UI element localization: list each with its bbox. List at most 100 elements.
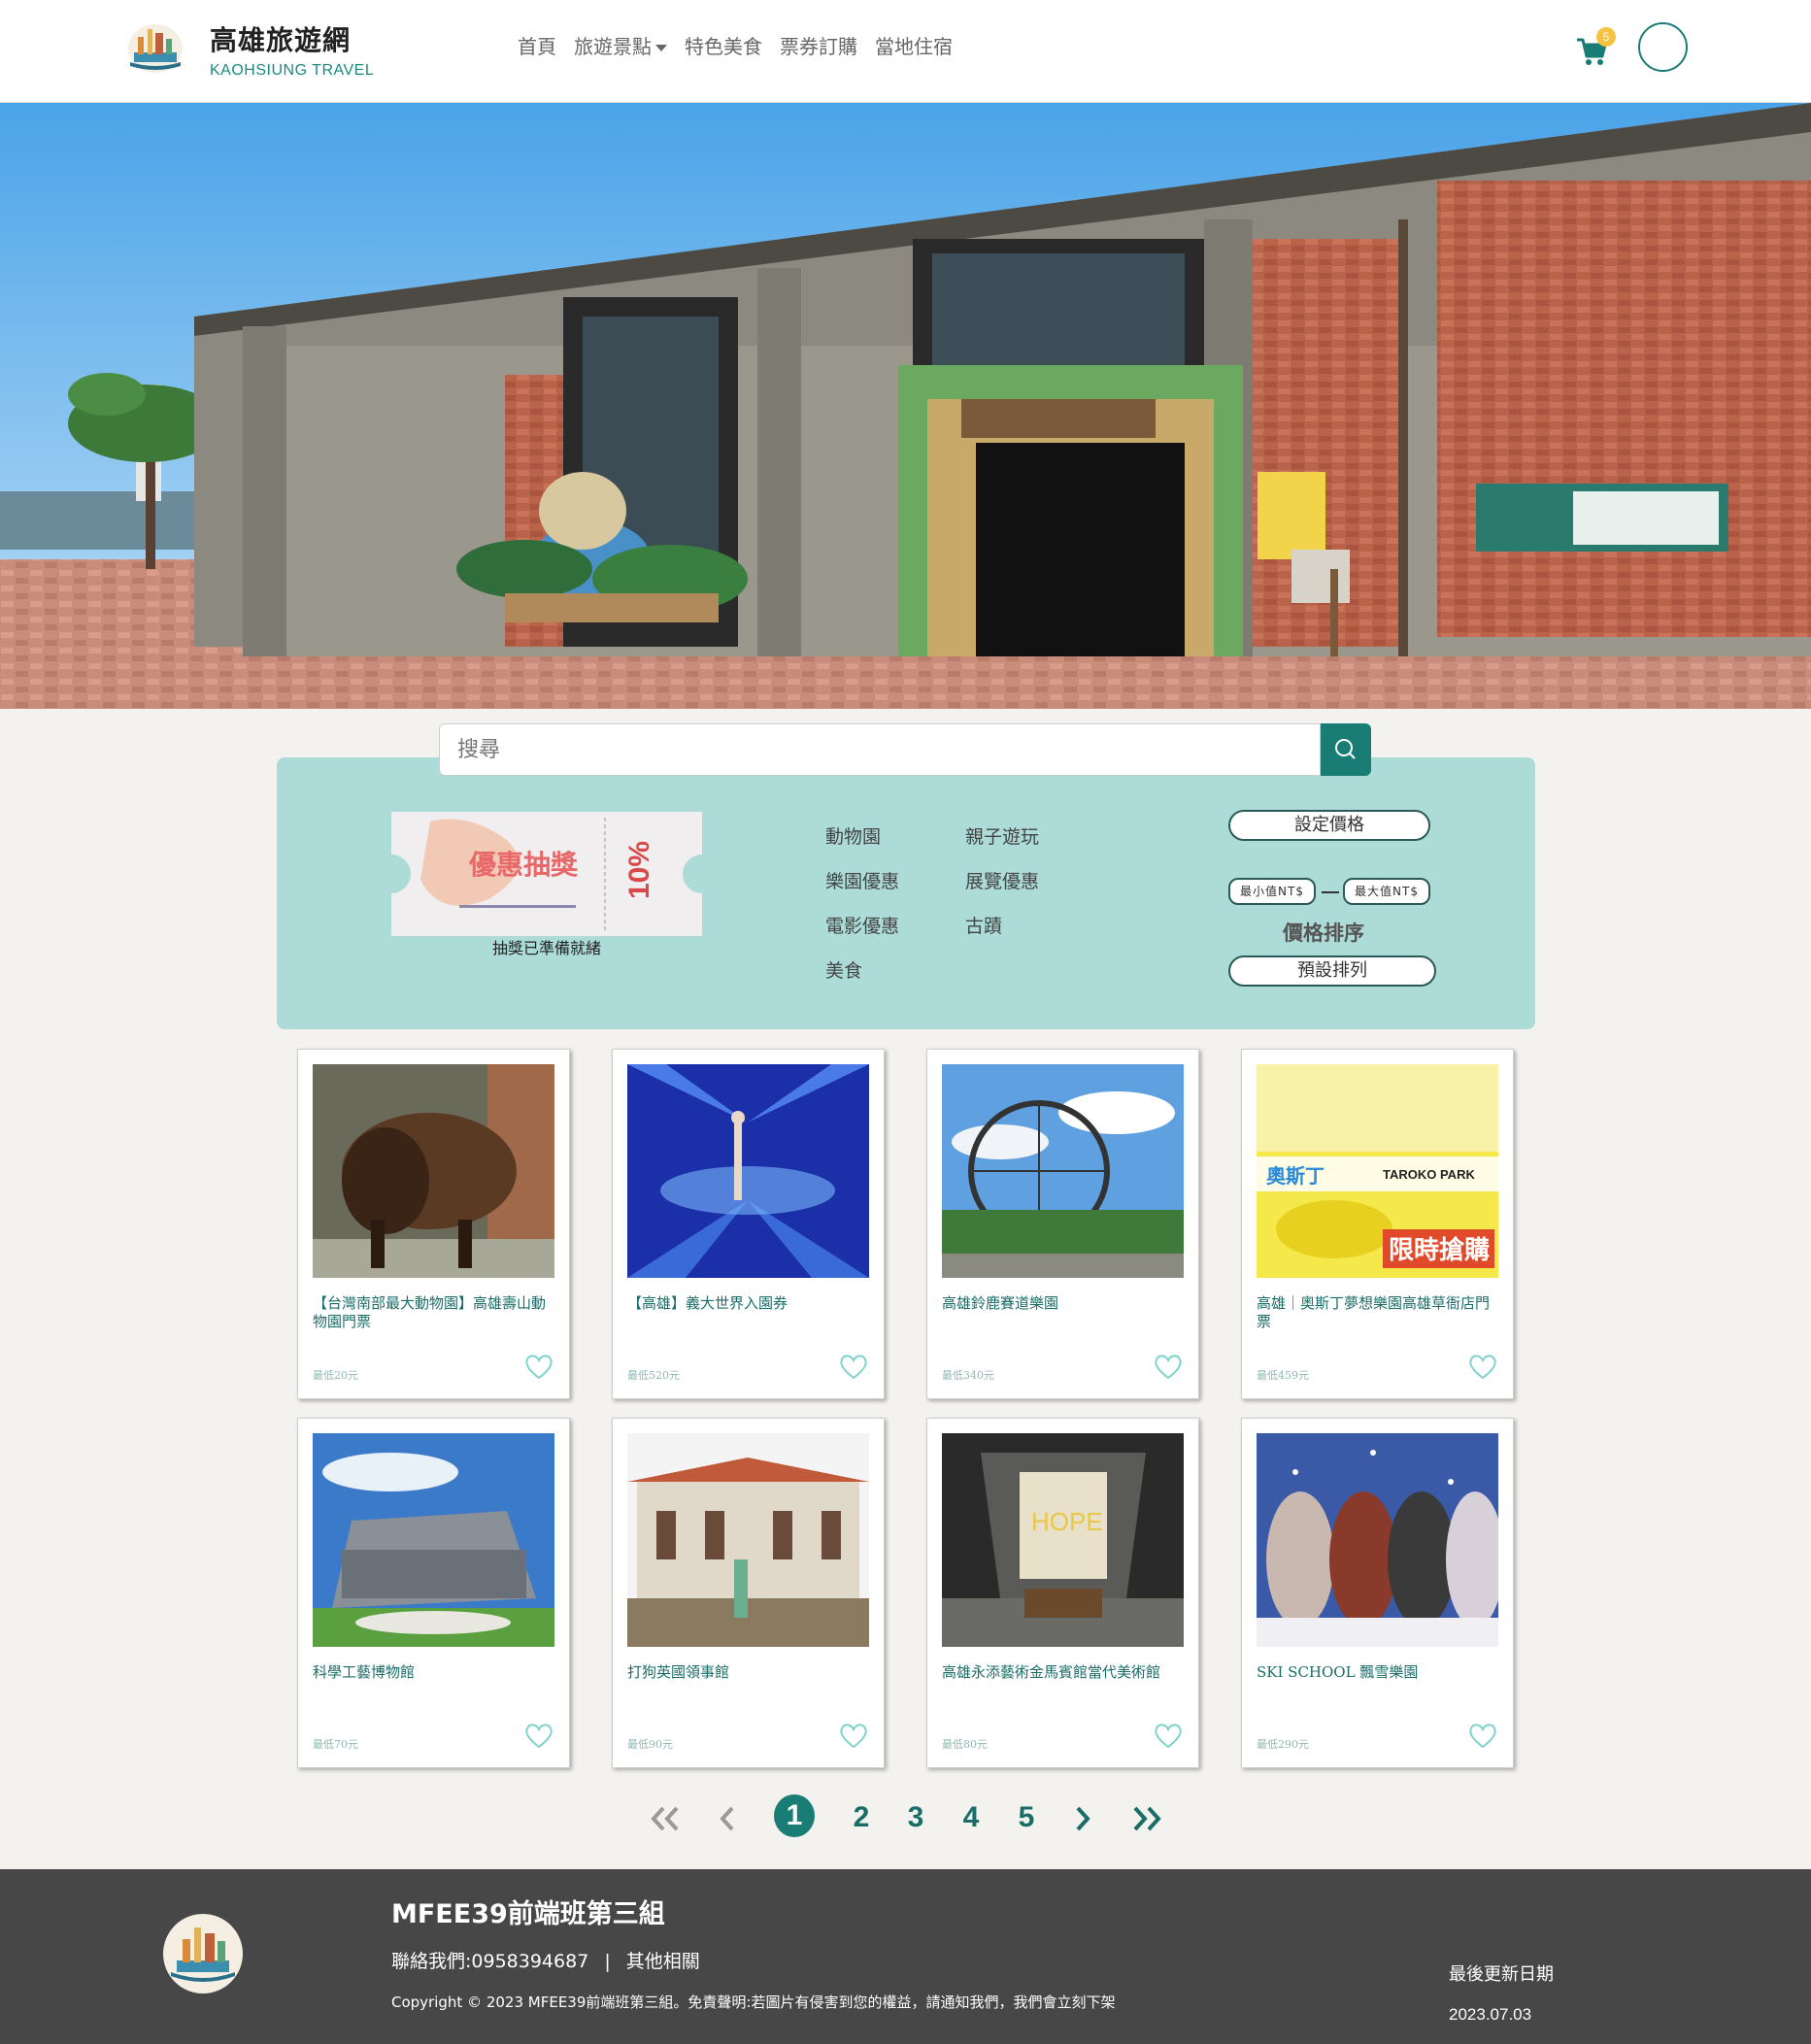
other-link[interactable]: 其他相關 (626, 1951, 700, 1972)
product-title: 【高雄】義大世界入園券 (627, 1294, 788, 1312)
sort-select[interactable]: 預設排列 (1228, 955, 1436, 987)
price-sort-label: 價格排序 (1283, 921, 1364, 945)
heart-icon[interactable] (523, 1353, 554, 1380)
product-title: 科學工藝博物館 (313, 1663, 416, 1681)
product-image-ski-school (1257, 1433, 1498, 1647)
coupon-status-text: 抽獎已準備就緒 (492, 939, 602, 957)
product-image-ferris-wheel (942, 1064, 1184, 1278)
product-price: 最低520元 (627, 1369, 680, 1382)
heart-icon[interactable] (838, 1722, 869, 1749)
product-title: SKI SCHOOL 飄雪樂園 (1257, 1663, 1419, 1681)
category-heritage[interactable]: 古蹟 (965, 912, 1002, 938)
footer-team-name: MFEE39前端班第三組 (391, 1899, 665, 1929)
main-nav: 首頁 旅遊景點 特色美食 票券訂購 當地住宿 (518, 31, 953, 59)
nav-attractions-label: 旅遊景點 (574, 35, 652, 58)
set-price-button[interactable]: 設定價格 (1228, 810, 1430, 841)
chevron-left-icon[interactable] (719, 1804, 736, 1833)
brand-logo-icon[interactable] (126, 19, 184, 74)
chevron-right-icon[interactable] (1074, 1804, 1091, 1833)
heart-icon[interactable] (1153, 1722, 1184, 1749)
last-updated-date: 2023.07.03 (1449, 2005, 1532, 2024)
footer-logo-icon (163, 1914, 243, 1994)
promo-brand2-text: TAROKO PARK (1383, 1167, 1475, 1182)
product-price: 最低459元 (1257, 1369, 1309, 1382)
hope-sign-text: HOPE (1031, 1507, 1103, 1536)
product-card[interactable]: 科學工藝博物館 最低70元 (297, 1418, 570, 1768)
min-price-input[interactable]: 最小值NT$ (1228, 878, 1316, 905)
page-2[interactable]: 2 (851, 1794, 872, 1841)
coupon-discount: 10% (623, 841, 655, 899)
product-card[interactable]: HOPE 高雄永添藝術金馬賓館當代美術館 最低80元 (926, 1418, 1199, 1768)
product-image-bison (313, 1064, 554, 1278)
heart-icon[interactable] (1467, 1353, 1498, 1380)
product-card[interactable]: 打狗英國領事館 最低90元 (612, 1418, 885, 1768)
contact-separator: | (604, 1951, 611, 1972)
category-zoo[interactable]: 動物園 (825, 822, 881, 849)
caret-down-icon (655, 45, 667, 51)
product-card[interactable]: 奧斯丁 TAROKO PARK 限時搶購 高雄｜奧斯丁夢想樂園高雄草衙店門票 最… (1241, 1049, 1514, 1399)
product-title: 高雄｜奧斯丁夢想樂園高雄草衙店門票 (1257, 1294, 1491, 1330)
double-chevron-left-icon[interactable] (650, 1804, 681, 1833)
heart-icon[interactable] (1153, 1353, 1184, 1380)
brand-title: 高雄旅遊網 (210, 24, 352, 56)
page-1[interactable]: 1 (774, 1794, 815, 1837)
search-icon (1335, 739, 1356, 759)
pagination: 1 2 3 4 5 (0, 1794, 1811, 1843)
nav-home[interactable]: 首頁 (518, 31, 556, 59)
product-card[interactable]: 【台灣南部最大動物園】高雄壽山動物園門票 最低20元 (297, 1049, 570, 1399)
last-updated-label: 最後更新日期 (1449, 1964, 1554, 1985)
promo-brand-text: 奧斯丁 (1266, 1164, 1325, 1188)
footer-contact-line: 聯絡我們:0958394687 | 其他相關 (391, 1947, 700, 1973)
filter-panel: 優惠抽獎 10% 抽獎已準備就緒 動物園 親子遊玩 樂園優惠 展覽優惠 電影優惠… (277, 757, 1535, 1029)
product-price: 最低20元 (313, 1369, 358, 1382)
brand-subtitle: KAOHSIUNG TRAVEL (210, 62, 375, 79)
coupon-lottery-ticket[interactable]: 優惠抽獎 10% (391, 812, 702, 936)
product-card[interactable]: SKI SCHOOL 飄雪樂園 最低290元 (1241, 1418, 1514, 1768)
heart-icon[interactable] (523, 1722, 554, 1749)
search-input[interactable] (439, 723, 1321, 776)
footer: MFEE39前端班第三組 聯絡我們:0958394687 | 其他相關 Copy… (0, 1869, 1811, 2044)
product-price: 最低90元 (627, 1738, 673, 1751)
page-5[interactable]: 5 (1016, 1794, 1037, 1841)
product-title: 打狗英國領事館 (627, 1663, 730, 1681)
product-price: 最低340元 (942, 1369, 994, 1382)
product-price: 最低80元 (942, 1738, 988, 1751)
nav-tickets[interactable]: 票券訂購 (780, 31, 857, 59)
product-image-show (627, 1064, 869, 1278)
cart-count-badge: 5 (1596, 27, 1616, 47)
category-movie[interactable]: 電影優惠 (825, 912, 899, 938)
product-title: 高雄永添藝術金馬賓館當代美術館 (942, 1663, 1161, 1681)
nav-attractions[interactable]: 旅遊景點 (574, 31, 667, 59)
nav-food[interactable]: 特色美食 (685, 31, 762, 59)
user-avatar[interactable] (1638, 22, 1688, 72)
heart-icon[interactable] (1467, 1722, 1498, 1749)
category-amusement[interactable]: 樂園優惠 (825, 867, 899, 893)
product-image-consulate (627, 1433, 869, 1647)
product-card[interactable]: 高雄鈴鹿賽道樂園 最低340元 (926, 1049, 1199, 1399)
double-chevron-right-icon[interactable] (1131, 1804, 1162, 1833)
heart-icon[interactable] (838, 1353, 869, 1380)
navbar: 高雄旅遊網 KAOHSIUNG TRAVEL 首頁 旅遊景點 特色美食 票券訂購… (0, 0, 1811, 103)
product-card[interactable]: 【高雄】義大世界入園券 最低520元 (612, 1049, 885, 1399)
nav-lodging[interactable]: 當地住宿 (875, 31, 953, 59)
hero-slide-image (0, 103, 1811, 709)
price-range-dash (1322, 891, 1339, 893)
category-exhibition[interactable]: 展覽優惠 (965, 867, 1039, 893)
hero-carousel[interactable] (0, 103, 1811, 709)
product-image-science-museum (313, 1433, 554, 1647)
max-price-input[interactable]: 最大值NT$ (1343, 878, 1430, 905)
product-title: 【台灣南部最大動物園】高雄壽山動物園門票 (313, 1294, 547, 1330)
product-image-austin-land: 奧斯丁 TAROKO PARK 限時搶購 (1257, 1064, 1498, 1278)
category-food[interactable]: 美食 (825, 956, 862, 983)
product-price: 最低70元 (313, 1738, 358, 1751)
search-button[interactable] (1321, 723, 1371, 776)
search-bar (439, 723, 1371, 776)
category-family[interactable]: 親子遊玩 (965, 822, 1039, 849)
copyright-text: Copyright © 2023 MFEE39前端班第三組。免責聲明:若圖片有侵… (391, 1994, 1116, 2011)
page-3[interactable]: 3 (905, 1794, 926, 1841)
contact-link[interactable]: 聯絡我們:0958394687 (391, 1951, 588, 1972)
promo-sale-text: 限時搶購 (1389, 1235, 1490, 1265)
product-title: 高雄鈴鹿賽道樂園 (942, 1294, 1059, 1312)
product-price: 最低290元 (1257, 1738, 1309, 1751)
page-4[interactable]: 4 (960, 1794, 982, 1841)
